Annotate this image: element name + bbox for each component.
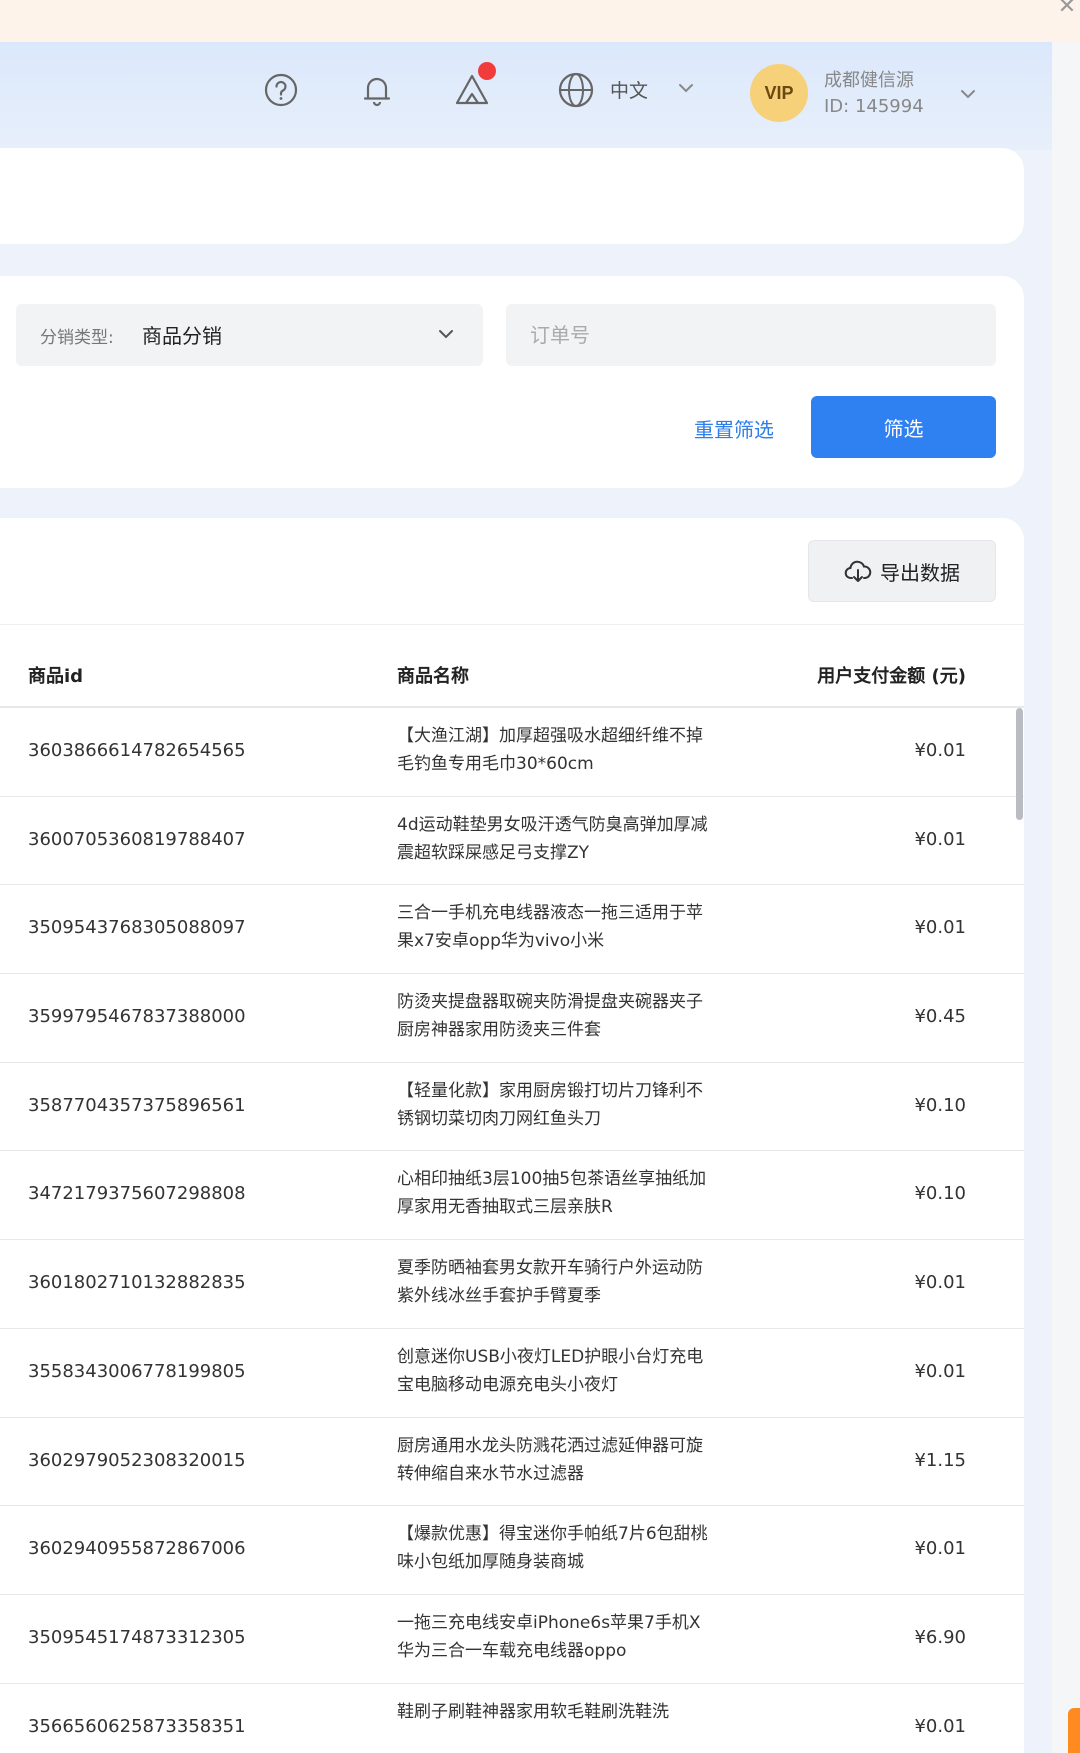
product-name: 三合一手机充电线器液态一拖三适用于苹果x7安卓opp华为vivo小米 [397,903,703,952]
distribution-type-select[interactable]: 分销类型: 商品分销 [16,304,483,366]
product-id: 3509543768305088097 [28,917,246,939]
reset-filter-link[interactable]: 重置筛选 [694,414,774,443]
table-row[interactable]: 3472179375607298808 心相印抽纸3层100抽5包茶语丝享抽纸加… [0,1151,1024,1241]
filter-card: 分销类型: 商品分销 重置筛选 筛选 [0,276,1024,488]
side-accent [1068,1708,1080,1753]
product-name: 一拖三充电线安卓iPhone6s苹果7手机X华为三合一车载充电线器oppo [397,1612,701,1661]
export-data-button[interactable]: 导出数据 [808,540,996,602]
product-id: 3600705360819788407 [28,828,246,850]
table-row[interactable]: 3601802710132882835 夏季防晒袖套男女款开车骑行户外运动防紫外… [0,1240,1024,1329]
product-name: 防烫夹提盘器取碗夹防滑提盘夹碗器夹子厨房神器家用防烫夹三件套 [397,992,703,1041]
payment-amount: ¥0.01 [914,1538,966,1560]
product-id: 3509545174873312305 [28,1626,246,1648]
user-name: 成都健信源 [824,70,914,91]
payment-amount: ¥0.01 [914,1715,966,1737]
column-header-amount: 用户支付金额 (元) [817,666,966,687]
table-row[interactable]: 3602979052308320015 厨房通用水龙头防溅花洒过滤延伸器可旋转伸… [0,1418,1024,1507]
table-row[interactable]: 3603866614782654565 【大渔江湖】加厚超强吸水超细纤维不掉毛钓… [0,708,1024,797]
top-notice-strip [0,0,1080,42]
chevron-down-icon[interactable] [676,80,696,96]
payment-amount: ¥0.45 [914,1006,966,1028]
select-value: 商品分销 [142,324,222,348]
product-name: 心相印抽纸3层100抽5包茶语丝享抽纸加厚家用无香抽取式三层亲肤R [397,1169,707,1218]
right-gutter [1052,42,1080,1753]
bell-icon[interactable] [357,70,397,110]
product-name: 4d运动鞋垫男女吸汗透气防臭高弹加厚减震超软踩屎感足弓支撑ZY [397,814,708,863]
product-name: 创意迷你USB小夜灯LED护眼小台灯充电宝电脑移动电源充电头小夜灯 [397,1346,704,1395]
column-header-id: 商品id [28,666,84,687]
payment-amount: ¥0.01 [914,917,966,939]
select-label: 分销类型: [40,328,114,348]
product-id: 3566560625873358351 [28,1715,246,1737]
product-name: 厨房通用水龙头防溅花洒过滤延伸器可旋转伸缩自来水节水过滤器 [397,1435,703,1484]
payment-amount: ¥0.01 [914,1360,966,1382]
product-id: 3603866614782654565 [28,740,246,761]
product-id: 3602979052308320015 [28,1449,246,1471]
product-name: 【爆款优惠】得宝迷你手帕纸7片6包甜桃味小包纸加厚随身装商城 [397,1524,708,1573]
table-row[interactable]: 3509543768305088097 三合一手机充电线器液态一拖三适用于苹果x… [0,885,1024,975]
payment-amount: ¥0.01 [914,828,966,850]
vip-avatar[interactable]: VIP [750,64,808,122]
globe-icon[interactable] [556,70,596,110]
chevron-down-icon [439,330,453,339]
table-row[interactable]: 3558343006778199805 创意迷你USB小夜灯LED护眼小台灯充电… [0,1329,1024,1418]
product-id: 3602940955872867006 [28,1538,246,1560]
table-header: 商品id 商品名称 用户支付金额 (元) [0,638,1024,708]
filter-button[interactable]: 筛选 [811,396,996,458]
payment-amount: ¥0.01 [914,1272,966,1294]
payment-amount: ¥0.10 [914,1183,966,1205]
table-row[interactable]: 3600705360819788407 4d运动鞋垫男女吸汗透气防臭高弹加厚减震… [0,797,1024,886]
export-label: 导出数据 [880,560,960,585]
table-row[interactable]: 3599795467837388000 防烫夹提盘器取碗夹防滑提盘夹碗器夹子厨房… [0,974,1024,1063]
table-scrollbar[interactable] [1016,708,1023,820]
product-name: 鞋刷子刷鞋神器家用软毛鞋刷洗鞋洗 [397,1701,669,1722]
product-id: 3472179375607298808 [28,1183,246,1205]
language-label[interactable]: 中文 [610,76,648,103]
payment-amount: ¥1.15 [914,1449,966,1471]
close-icon[interactable]: ✕ [1054,0,1080,18]
cloud-download-icon [844,560,872,582]
chevron-down-icon[interactable] [958,86,978,102]
table-body: 3603866614782654565 【大渔江湖】加厚超强吸水超细纤维不掉毛钓… [0,708,1024,1753]
product-id: 3587704357375896561 [28,1094,246,1116]
table-card: 导出数据 商品id 商品名称 用户支付金额 (元) 36038666147826… [0,518,1024,1753]
product-name: 【轻量化款】家用厨房锻打切片刀锋利不锈钢切菜切肉刀网红鱼头刀 [397,1080,703,1129]
table-row[interactable]: 3587704357375896561 【轻量化款】家用厨房锻打切片刀锋利不锈钢… [0,1063,1024,1152]
product-name: 夏季防晒袖套男女款开车骑行户外运动防紫外线冰丝手套护手臂夏季 [397,1258,703,1307]
product-id: 3599795467837388000 [28,1006,246,1028]
table-row[interactable]: 3566560625873358351 鞋刷子刷鞋神器家用软毛鞋刷洗鞋洗 ¥0.… [0,1684,1024,1753]
table-row[interactable]: 3602940955872867006 【爆款优惠】得宝迷你手帕纸7片6包甜桃味… [0,1506,1024,1595]
product-name: 【大渔江湖】加厚超强吸水超细纤维不掉毛钓鱼专用毛巾30*60cm [397,726,703,774]
product-id: 3558343006778199805 [28,1360,246,1382]
divider [0,624,1024,625]
column-header-name: 商品名称 [397,666,469,687]
top-card [0,148,1024,244]
payment-amount: ¥0.01 [914,740,966,761]
payment-amount: ¥0.10 [914,1094,966,1116]
product-id: 3601802710132882835 [28,1272,246,1294]
help-icon[interactable] [261,70,301,110]
user-id: ID: 145994 [824,96,924,117]
payment-amount: ¥6.90 [914,1626,966,1648]
order-number-input[interactable] [506,304,996,366]
notification-dot [478,62,496,80]
table-row[interactable]: 3509545174873312305 一拖三充电线安卓iPhone6s苹果7手… [0,1595,1024,1684]
